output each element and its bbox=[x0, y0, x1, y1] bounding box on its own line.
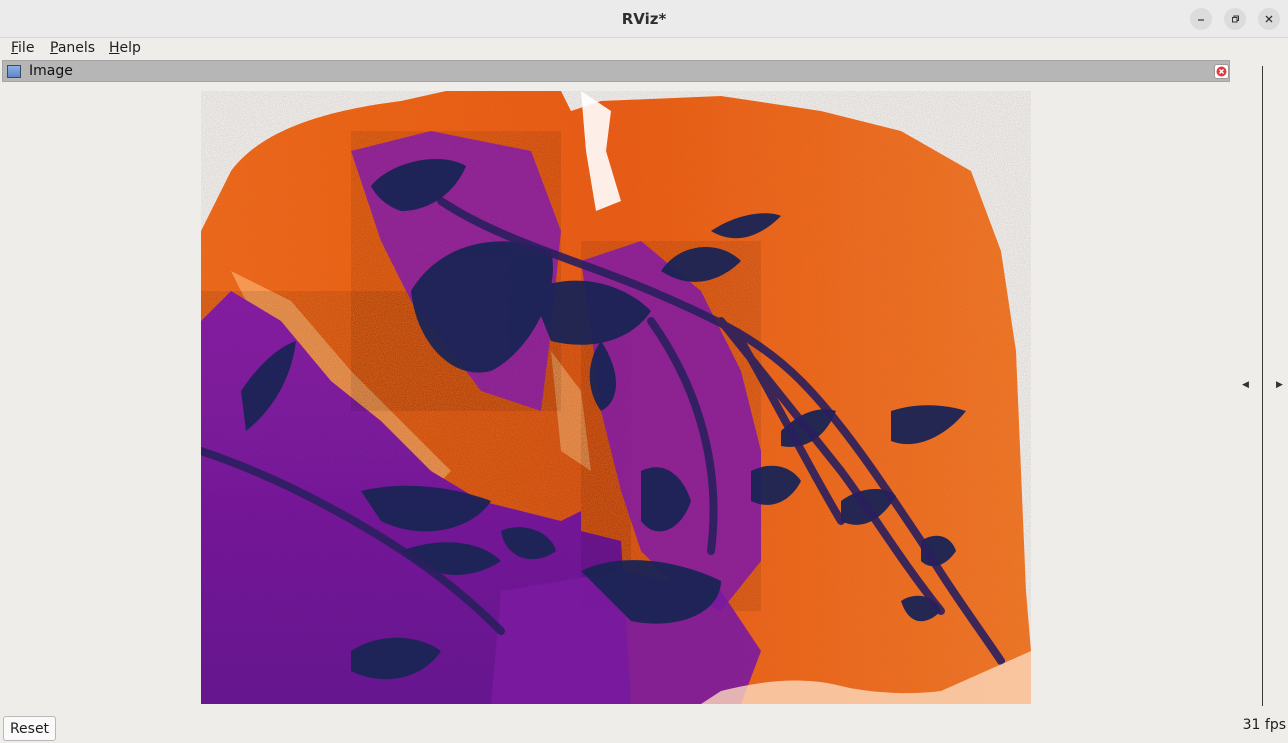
window-titlebar: RViz* bbox=[0, 0, 1288, 38]
maximize-button[interactable] bbox=[1224, 8, 1246, 30]
panel-title: Image bbox=[29, 63, 73, 79]
menu-panels-accel: P bbox=[50, 40, 58, 56]
panel-close-button[interactable] bbox=[1214, 64, 1229, 79]
menu-bar: File Panels Help bbox=[0, 38, 1288, 60]
fps-readout: 31 fps bbox=[1242, 717, 1286, 733]
close-button[interactable] bbox=[1258, 8, 1280, 30]
minimize-button[interactable] bbox=[1190, 8, 1212, 30]
menu-file-accel: F bbox=[11, 40, 19, 56]
thermal-camera-image bbox=[201, 91, 1031, 704]
menu-panels[interactable]: Panels bbox=[50, 40, 95, 56]
dock-splitter[interactable] bbox=[1262, 66, 1263, 706]
image-panel-icon bbox=[7, 65, 21, 78]
menu-file[interactable]: File bbox=[11, 40, 34, 56]
menu-file-label: ile bbox=[18, 40, 35, 56]
window-title: RViz* bbox=[621, 10, 667, 28]
menu-help[interactable]: Help bbox=[109, 40, 141, 56]
image-panel-header[interactable]: Image bbox=[2, 60, 1230, 82]
collapse-left-arrow-icon[interactable]: ◀ bbox=[1242, 380, 1249, 390]
collapse-right-arrow-icon[interactable]: ▶ bbox=[1276, 380, 1283, 390]
menu-help-accel: H bbox=[109, 40, 120, 56]
menu-panels-label: anels bbox=[57, 40, 96, 56]
thermal-image-graphic bbox=[201, 91, 1031, 704]
menu-help-label: elp bbox=[119, 40, 141, 56]
reset-button[interactable]: Reset bbox=[3, 716, 56, 741]
minimize-icon bbox=[1198, 19, 1204, 21]
panel-close-icon bbox=[1216, 66, 1227, 77]
close-icon bbox=[1265, 15, 1273, 23]
restore-icon bbox=[1232, 15, 1239, 23]
